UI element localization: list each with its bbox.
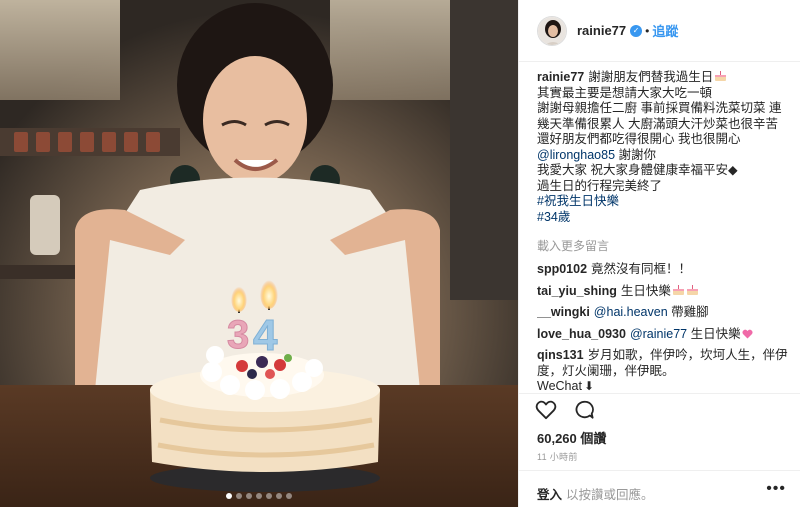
hashtag-link[interactable]: #祝我生日快樂 — [537, 194, 619, 208]
caption-line: 幾天準備很累人 大廚滿頭大汗炒菜也很辛苦 — [537, 116, 778, 131]
more-options-icon[interactable]: ••• — [766, 480, 786, 498]
comment-mention[interactable]: @rainie77 — [630, 327, 687, 341]
comment-username[interactable]: spp0102 — [537, 262, 587, 276]
comment-item: love_hua_0930 @rainie77 生日快樂 — [537, 327, 789, 343]
comment-icon[interactable] — [573, 400, 595, 420]
login-prompt-text: 以按讚或回應。 — [566, 488, 654, 502]
caption-line: 其實最主要是想請大家大吃一頓 — [537, 85, 713, 100]
down-arrow-icon: ⬇ — [583, 379, 594, 393]
comment-text: 竟然沒有同框！！ — [591, 262, 692, 276]
svg-text:3: 3 — [227, 313, 249, 357]
comment-username[interactable]: love_hua_0930 — [537, 327, 626, 341]
load-more-comments[interactable]: 載入更多留言 — [537, 237, 789, 254]
carousel-dot[interactable] — [276, 493, 282, 499]
post-sidebar: rainie77 ✓ • 追蹤 rainie77 謝謝朋友們替我過生日 其實最主要… — [518, 0, 800, 507]
carousel-dot[interactable] — [266, 493, 272, 499]
action-bar — [535, 400, 595, 420]
verified-icon: ✓ — [630, 24, 643, 37]
comment-item: spp0102 竟然沒有同框！！ — [537, 262, 789, 278]
pink-heart-emoji-icon — [742, 329, 753, 338]
instagram-post: 3 4 rainie77 ✓ • 追蹤 rainie77 謝謝朋友們替我過生日 … — [0, 0, 800, 507]
carousel-dot[interactable] — [246, 493, 252, 499]
post-caption: rainie77 謝謝朋友們替我過生日 其實最主要是想請大家大吃一頓 謝謝母親擔任… — [537, 70, 789, 225]
comment-text: 生日快樂 — [620, 283, 671, 298]
cake-emoji-icon — [686, 284, 698, 295]
caption-line: 過生日的行程完美終了 — [537, 178, 663, 193]
login-prompt: 登入 以按讚或回應。 — [537, 484, 654, 503]
post-header: rainie77 ✓ • 追蹤 — [519, 0, 800, 62]
svg-text:4: 4 — [253, 311, 278, 360]
carousel-dot[interactable] — [226, 493, 232, 499]
carousel-dot[interactable] — [286, 493, 292, 499]
caption-line: 還好朋友們都吃得很開心 我也很開心 — [537, 132, 741, 146]
comment-item: __wingki @hai.heaven 帶雞腳 — [537, 305, 789, 321]
divider — [519, 393, 800, 394]
caption-line: 我愛大家 祝大家身體健康幸福平安◆ — [537, 163, 738, 177]
comment-item: tai_yiu_shing 生日快樂 — [537, 284, 789, 300]
cake-emoji-icon — [672, 284, 684, 295]
carousel-dot[interactable] — [256, 493, 262, 499]
caption-line: 謝謝朋友們替我過生日 — [588, 70, 714, 84]
comment-username[interactable]: tai_yiu_shing — [537, 284, 617, 298]
carousel-dot[interactable] — [236, 493, 242, 499]
post-timestamp: 11 小時前 — [537, 452, 578, 462]
comment-username[interactable]: qins131 — [537, 348, 584, 362]
login-link[interactable]: 登入 — [537, 488, 562, 502]
caption-username[interactable]: rainie77 — [537, 70, 584, 84]
comment-item: qins131 岁月如歌，伴伊吟，坎坷人生，伴伊度，灯火阑珊，伴伊眠。 WeCha… — [537, 348, 789, 393]
divider — [519, 470, 800, 471]
comment-username[interactable]: __wingki — [537, 305, 590, 319]
header-separator: • — [645, 23, 650, 38]
carousel-indicator — [0, 493, 518, 499]
caption-mention[interactable]: @lironghao85 — [537, 148, 615, 162]
caption-line: 謝謝你 — [615, 147, 657, 162]
comment-mention[interactable]: @hai.heaven — [594, 305, 668, 319]
birthday-cake-photo: 3 4 — [0, 0, 518, 507]
comments-list[interactable]: rainie77 謝謝朋友們替我過生日 其實最主要是想請大家大吃一頓 謝謝母親擔任… — [537, 70, 789, 393]
heart-icon[interactable] — [535, 400, 557, 420]
hashtag-link[interactable]: #34歲 — [537, 210, 570, 224]
cake-emoji-icon — [715, 71, 727, 81]
caption-line: 謝謝母親擔任二廚 事前採買備料洗菜切菜 連 — [537, 101, 782, 115]
post-photo[interactable]: 3 4 — [0, 0, 518, 507]
wechat-text: WeChat — [537, 379, 582, 393]
avatar[interactable] — [537, 15, 567, 46]
comment-text: 生日快樂 — [687, 326, 741, 341]
follow-button[interactable]: 追蹤 — [652, 21, 678, 40]
comment-text: 帶雞腳 — [667, 305, 709, 319]
likes-count[interactable]: 60,260 個讚 — [537, 428, 606, 447]
header-username[interactable]: rainie77 — [577, 23, 626, 38]
